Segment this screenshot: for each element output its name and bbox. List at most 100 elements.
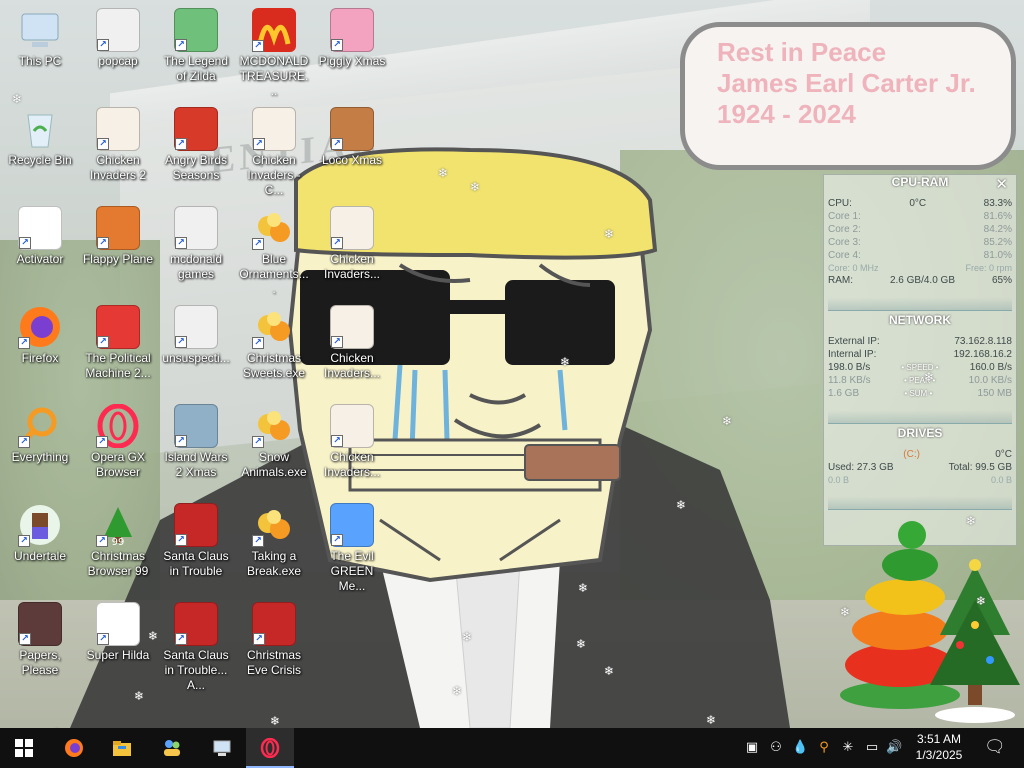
- external-ip-label: External IP:: [828, 336, 880, 347]
- volume-icon[interactable]: 🔊: [886, 740, 902, 756]
- desktop-icon[interactable]: ↗ Undertale: [2, 497, 78, 589]
- desktop-icon[interactable]: Recycle Bin: [2, 101, 78, 193]
- start-button[interactable]: [0, 728, 48, 768]
- network-title: NETWORK: [889, 313, 951, 327]
- shortcut-arrow-icon: ↗: [96, 436, 108, 448]
- desktop-icon[interactable]: ↗ mcdonald games: [158, 200, 234, 292]
- desktop-icon-label: Angry Birds Seasons: [164, 153, 228, 182]
- network-icon[interactable]: ▭: [864, 740, 880, 756]
- chicken-icon: ↗: [330, 206, 374, 250]
- desktop-icon[interactable]: ↗ Santa Claus in Trouble... A...: [158, 596, 234, 692]
- close-icon[interactable]: ✕: [995, 175, 1008, 193]
- desktop-icon[interactable]: ↗ Activator: [2, 200, 78, 292]
- cpu-freq-row: Core: 0 MHz Free: 0 rpm: [824, 262, 1016, 274]
- desktop-icon[interactable]: This PC: [2, 2, 78, 94]
- shortcut-arrow-icon: ↗: [253, 138, 265, 150]
- core-2-value: 84.2%: [983, 224, 1012, 235]
- snowflake-icon: ❄: [578, 581, 589, 595]
- desktop-icon-label: Christmas Eve Crisis: [246, 648, 301, 677]
- desktop-icon[interactable]: ↗ Christmas Eve Crisis: [236, 596, 312, 688]
- snowflake-icon[interactable]: ✳: [840, 740, 856, 756]
- ornament-icon: ↗: [252, 206, 296, 250]
- desktop-icon[interactable]: ↗ The Legend of Zilda: [158, 2, 234, 94]
- search-icon[interactable]: ⚲: [816, 740, 832, 756]
- taskbar-people-button[interactable]: [148, 728, 196, 768]
- snowflake-icon: ❄: [134, 689, 145, 703]
- game-icon: ↗: [174, 8, 218, 52]
- shortcut-arrow-icon: ↗: [96, 535, 108, 547]
- desktop-icon-label: MCDONALD TREASURE...: [239, 54, 309, 98]
- cpu-ram-header: CPU-RAM ✕: [824, 175, 1016, 197]
- desktop-icon[interactable]: ↗ Angry Birds Seasons: [158, 101, 234, 193]
- water-drop-icon[interactable]: 💧: [792, 740, 808, 756]
- desktop-icon[interactable]: ↗ Santa Claus in Trouble: [158, 497, 234, 589]
- desktop-icon-label: Flappy Plane: [82, 252, 154, 266]
- desktop-icon[interactable]: ↗ Chicken Invaders 2: [80, 101, 156, 193]
- people-icon: [164, 740, 180, 756]
- desktop-icon[interactable]: ↗ Flappy Plane: [80, 200, 156, 292]
- desktop-icon[interactable]: ↗ Loco Xmas: [314, 101, 390, 193]
- memorial-speech-bubble: Rest in Peace James Earl Carter Jr. 1924…: [680, 22, 1016, 170]
- snowflake-icon: ❄: [976, 594, 987, 608]
- desktop-icon[interactable]: ↗ Chicken Invaders...: [314, 299, 390, 391]
- system-monitor-widget[interactable]: CPU-RAM ✕ CPU: 0°C 83.3% Core 1: 81.6% Co…: [823, 174, 1017, 546]
- desktop-icon[interactable]: ↗ unsuspecti...: [158, 299, 234, 391]
- desktop-icon[interactable]: ↗ Everything: [2, 398, 78, 490]
- desktop-icon-label: Chicken Invaders...: [323, 450, 381, 479]
- santa-icon: ↗: [252, 602, 296, 646]
- desktop-icon[interactable]: ↗ Island Wars 2 Xmas: [158, 398, 234, 490]
- bubble-line-2: James Earl Carter Jr.: [717, 68, 976, 98]
- desktop-icon[interactable]: ↗ Papers, Please: [2, 596, 78, 688]
- drive-letter: (C:): [903, 449, 920, 460]
- taskbar-opera-gx-button[interactable]: [246, 728, 294, 768]
- undertale-icon: ↗: [18, 503, 62, 547]
- desktop-icon[interactable]: ↗ Firefox: [2, 299, 78, 391]
- windows-start-icon: [15, 739, 33, 757]
- desktop-icon[interactable]: ↗ popcap: [80, 2, 156, 94]
- desktop-icon-label: Opera GX Browser: [90, 450, 146, 479]
- desktop-icon[interactable]: ↗ Chicken Invaders...: [314, 200, 390, 292]
- shortcut-arrow-icon: ↗: [97, 138, 109, 150]
- core-3-value: 85.2%: [983, 237, 1012, 248]
- desktop-icon-label: Christmas Sweets.exe: [242, 351, 306, 380]
- notes-icon[interactable]: ▣: [744, 740, 760, 756]
- desktop-icon-label: Taking a Break.exe: [246, 549, 302, 578]
- ram-percent: 65%: [991, 275, 1012, 286]
- desktop-icon[interactable]: ↗ The Political Machine 2...: [80, 299, 156, 391]
- taskbar-clock[interactable]: 3:51 AM 1/3/2025: [904, 731, 974, 763]
- core-4-value: 81.0%: [983, 250, 1012, 261]
- desktop-icon-label: Undertale: [13, 549, 67, 563]
- taskbar-file-explorer-button[interactable]: [98, 728, 146, 768]
- cpu-value: 83.3%: [983, 198, 1012, 209]
- desktop-icon-label: Chicken Invaders...: [323, 252, 381, 281]
- desktop-icon[interactable]: ↗ Taking a Break.exe: [236, 497, 312, 589]
- taskbar-computer-button[interactable]: [198, 728, 246, 768]
- notification-icon[interactable]: 🗨: [984, 739, 1006, 756]
- desktop-icon[interactable]: ↗ Blue Ornaments....: [236, 200, 312, 296]
- taskbar-firefox-button[interactable]: [50, 728, 98, 768]
- desktop-icon[interactable]: ↗ Chicken Invaders - C...: [236, 101, 312, 197]
- desktop-icon[interactable]: ↗ Snow Animals.exe: [236, 398, 312, 490]
- shortcut-arrow-icon: ↗: [252, 337, 264, 349]
- people-tray-icon[interactable]: ⚇: [768, 740, 784, 756]
- svg-text:99: 99: [112, 537, 125, 547]
- desktop-icon[interactable]: ↗ Piggly Xmas: [314, 2, 390, 94]
- desktop-icon[interactable]: ↗ The Evil GREEN Me...: [314, 497, 390, 593]
- core-2-label: Core 2:: [828, 224, 861, 235]
- tree-icon: 99 ↗: [96, 503, 140, 548]
- recycle-bin-icon: [18, 107, 62, 151]
- cpu-temp: 0°C: [909, 198, 927, 209]
- snowflake-icon: ❄: [452, 684, 463, 698]
- desktop-icon[interactable]: ↗ Super Hilda: [80, 596, 156, 688]
- desktop-icon[interactable]: ↗ Chicken Invaders...: [314, 398, 390, 490]
- desktop-icon[interactable]: ↗ Christmas Sweets.exe: [236, 299, 312, 391]
- desktop-icon-label: Papers, Please: [19, 648, 61, 677]
- shortcut-arrow-icon: ↗: [253, 633, 265, 645]
- pixel-icon: ↗: [96, 602, 140, 646]
- core-row: Core 4: 81.0%: [824, 249, 1016, 262]
- drive-io-row: 0.0 B 0.0 B: [824, 474, 1016, 486]
- desktop-icon[interactable]: ↗ MCDONALD TREASURE...: [236, 2, 312, 98]
- desktop-icon[interactable]: 99 ↗ Christmas Browser 99: [80, 497, 156, 589]
- desktop-icon[interactable]: ↗ Opera GX Browser: [80, 398, 156, 490]
- drive-used: Used: 27.3 GB: [828, 462, 894, 473]
